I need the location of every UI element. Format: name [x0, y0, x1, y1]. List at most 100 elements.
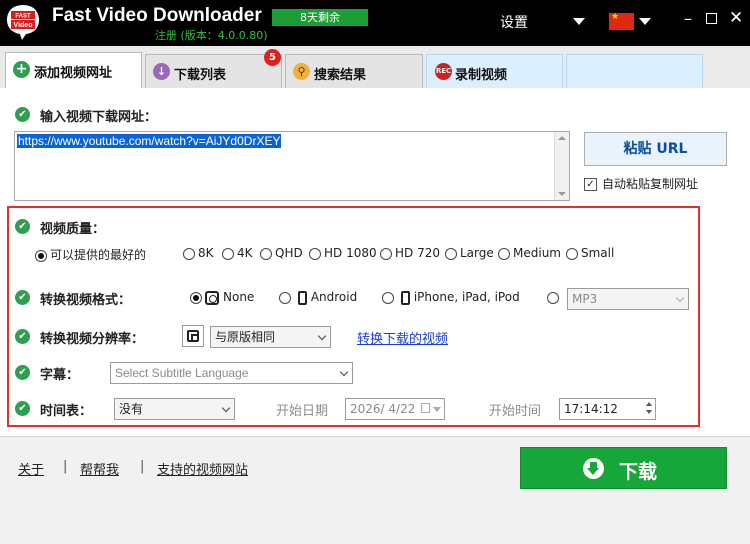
tab-search-results[interactable]: ⚲ 搜索结果 [285, 54, 423, 88]
convert-downloaded-video-link[interactable]: 转换下载的视频 [357, 328, 448, 347]
format-option-audio[interactable] [547, 290, 562, 304]
radio-selected-icon[interactable] [35, 249, 47, 262]
check-icon: ✔ [15, 107, 30, 122]
tab-add-url[interactable]: + 添加视频网址 [5, 52, 142, 88]
speaker-icon [205, 290, 219, 305]
radio-icon[interactable] [309, 247, 321, 260]
start-date-label: 开始日期 [276, 404, 329, 419]
svg-text:Video: Video [14, 22, 33, 29]
subtitle-language-select[interactable]: Select Subtitle Language [110, 362, 353, 384]
language-dropdown-icon[interactable] [639, 18, 651, 25]
chevron-down-icon [675, 293, 685, 303]
spin-up-icon[interactable] [646, 402, 652, 406]
radio-icon[interactable] [445, 247, 457, 260]
tab-record-video[interactable]: REC 录制视频 [426, 54, 563, 88]
quality-option-medium[interactable]: Medium [498, 246, 561, 260]
url-section-label: 输入视频下载网址： [40, 110, 158, 125]
schedule-select[interactable]: 没有 [114, 398, 235, 420]
radio-icon[interactable] [222, 247, 234, 260]
radio-icon[interactable] [547, 291, 559, 304]
quality-option-small[interactable]: Small [566, 246, 614, 260]
minimize-icon[interactable]: – [684, 11, 692, 27]
registration-version-link[interactable]: 注册 (版本：4.0.0.80) [155, 27, 268, 43]
resolution-select[interactable]: 与原版相同 [210, 326, 331, 348]
trial-days-badge[interactable]: 8天剩余 [272, 9, 368, 26]
tab-empty [566, 54, 703, 88]
calendar-icon [421, 403, 430, 413]
option-label: 8K [198, 246, 214, 260]
url-input[interactable]: https://www.youtube.com/watch?v=AiJYd0Dr… [14, 131, 570, 201]
chevron-down-icon [221, 403, 231, 413]
radio-icon[interactable] [260, 247, 272, 260]
url-scrollbar[interactable] [554, 132, 569, 200]
option-label: HD 720 [395, 246, 440, 260]
radio-icon[interactable] [382, 291, 394, 304]
quality-option-hd1080[interactable]: HD 1080 [309, 246, 377, 260]
quality-option-qhd[interactable]: QHD [260, 246, 303, 260]
start-time-value: 17:14:12 [564, 402, 618, 416]
radio-icon[interactable] [566, 247, 578, 260]
subtitle-placeholder: Select Subtitle Language [115, 366, 249, 380]
about-link[interactable]: 关于 [18, 459, 44, 478]
option-label: 可以提供的最好的 [50, 248, 147, 262]
radio-icon[interactable] [183, 247, 195, 260]
subtitle-label: 字幕： [40, 368, 80, 383]
tab-label: 下载列表 [174, 68, 227, 83]
scroll-up-icon[interactable] [558, 136, 566, 140]
resolution-label: 转换视频分辨率： [40, 332, 145, 347]
maximize-icon[interactable] [706, 13, 717, 24]
supported-sites-link[interactable]: 支持的视频网站 [157, 459, 248, 478]
chevron-down-icon [317, 331, 327, 341]
quality-option-large[interactable]: Large [445, 246, 494, 260]
spin-down-icon[interactable] [646, 410, 652, 414]
plus-icon: + [13, 61, 30, 78]
quality-option-4k[interactable]: 4K [222, 246, 253, 260]
settings-menu[interactable]: 设置 [500, 12, 528, 32]
help-link[interactable]: 帮帮我 [80, 459, 119, 478]
schedule-value: 没有 [119, 402, 144, 416]
check-icon: ✔ [15, 219, 30, 234]
radio-icon[interactable] [380, 247, 392, 260]
paste-url-button[interactable]: 粘贴 URL [584, 132, 727, 166]
start-date-value: 2026/ 4/22 [350, 402, 416, 416]
settings-dropdown-icon[interactable] [573, 18, 585, 25]
option-label: QHD [275, 246, 303, 260]
download-button[interactable]: 下载 [520, 447, 727, 489]
option-label: 4K [237, 246, 253, 260]
radio-selected-icon[interactable] [190, 291, 202, 304]
chevron-down-icon [433, 407, 441, 412]
quality-option-8k[interactable]: 8K [183, 246, 214, 260]
tab-strip: + 添加视频网址 ↓ 下载列表 ⚲ 搜索结果 REC 录制视频 [0, 46, 750, 88]
quality-label: 视频质量： [40, 222, 106, 237]
tab-download-list[interactable]: ↓ 下载列表 [145, 54, 282, 88]
auto-paste-checkbox[interactable]: ✓ 自动粘贴复制网址 [584, 175, 698, 192]
start-time-label: 开始时间 [489, 404, 542, 419]
tab-label: 录制视频 [455, 68, 508, 83]
start-date-picker[interactable]: 2026/ 4/22 [345, 398, 445, 420]
url-input-value[interactable]: https://www.youtube.com/watch?v=AiJYd0Dr… [17, 134, 282, 148]
checkbox-checked-icon[interactable]: ✓ [584, 178, 597, 191]
check-icon: ✔ [15, 365, 30, 380]
search-icon: ⚲ [293, 63, 310, 80]
option-label: Medium [513, 246, 561, 260]
audio-format-select[interactable]: MP3 [567, 288, 689, 310]
start-time-spinner[interactable]: 17:14:12 [559, 398, 656, 420]
app-title: Fast Video Downloader [52, 5, 262, 26]
check-icon: ✔ [15, 401, 30, 416]
option-label: Small [581, 246, 615, 260]
quality-option-best[interactable]: 可以提供的最好的 [35, 246, 146, 263]
scroll-down-icon[interactable] [558, 192, 566, 196]
quality-option-hd720[interactable]: HD 720 [380, 246, 440, 260]
format-option-none[interactable]: None [190, 290, 254, 305]
auto-paste-label: 自动粘贴复制网址 [602, 177, 699, 191]
check-icon: ✔ [15, 329, 30, 344]
format-option-android[interactable]: Android [279, 290, 357, 305]
format-option-iphone[interactable]: iPhone, iPad, iPod [382, 290, 520, 305]
svg-text:FAST: FAST [15, 14, 31, 20]
radio-icon[interactable] [498, 247, 510, 260]
option-label: None [223, 290, 255, 304]
china-flag-icon[interactable] [609, 12, 634, 30]
radio-icon[interactable] [279, 291, 291, 304]
title-bar: FAST Video Fast Video Downloader 8天剩余 注册… [0, 0, 750, 46]
close-icon[interactable]: ✕ [729, 10, 743, 27]
